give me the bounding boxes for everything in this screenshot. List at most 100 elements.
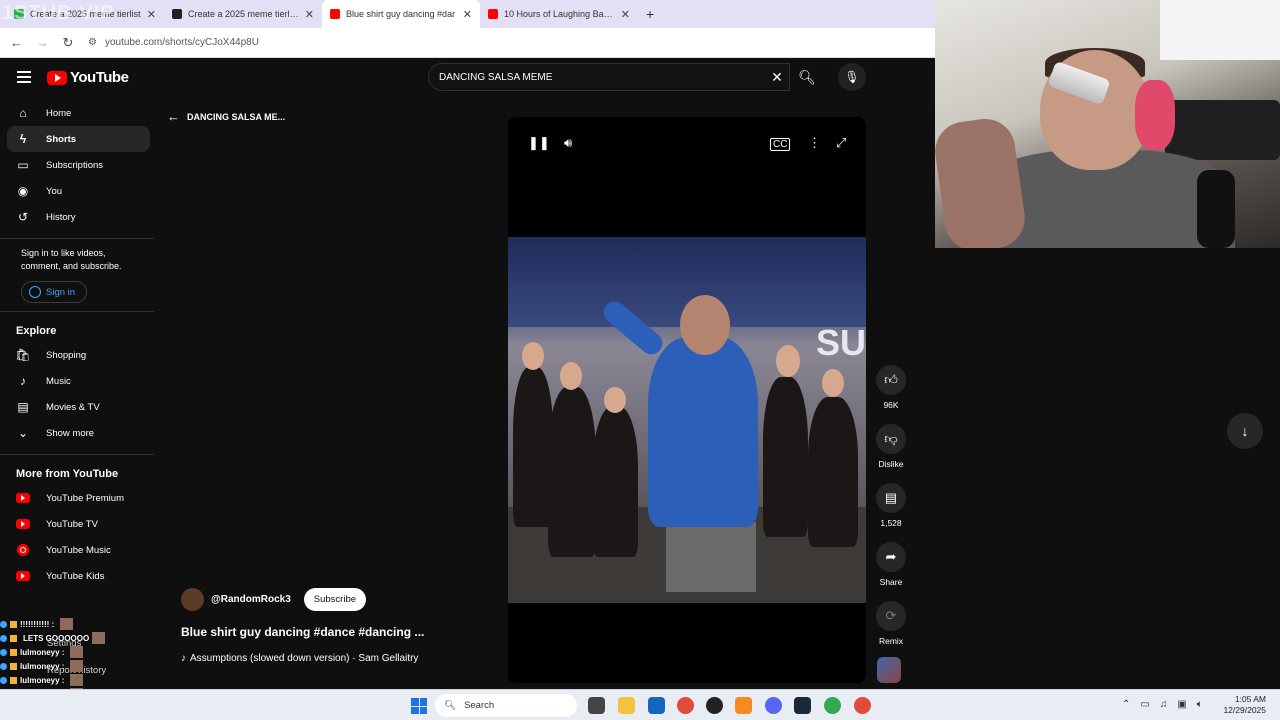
shorts-player[interactable]: ❚❚ 🔊︎ CC ⋮ ⤢ SU — [508, 117, 866, 683]
chrome-icon[interactable] — [677, 697, 694, 714]
youtube-premium-icon — [16, 491, 30, 505]
browser-tab[interactable]: Create a 2025 meme tierlist Tie ✕ — [164, 0, 322, 28]
windows-start-icon[interactable] — [411, 698, 427, 714]
dislike-button[interactable]: 👎︎ Dislike — [873, 424, 909, 469]
close-tab-icon[interactable]: ✕ — [463, 8, 472, 21]
more-options-icon[interactable]: ⋮ — [808, 135, 821, 151]
sidebar-item-youtube-music[interactable]: YouTube Music — [7, 537, 150, 563]
chat-user: lulmoneyy : — [20, 661, 65, 671]
badge-icon — [10, 676, 17, 684]
signin-button[interactable]: Sign in — [21, 281, 87, 303]
forward-icon[interactable]: → — [36, 35, 49, 50]
share-button[interactable]: ➦ Share — [873, 542, 909, 587]
sidebar-item-youtube-tv[interactable]: YouTube TV — [7, 511, 150, 537]
task-view-icon[interactable] — [588, 697, 605, 714]
sidebar-item-home[interactable]: ⌂ Home — [7, 100, 150, 126]
music-info[interactable]: ♪ Assumptions (slowed down version) · Sa… — [181, 653, 418, 664]
sidebar-item-movies-tv[interactable]: ▤ Movies & TV — [7, 394, 150, 420]
search-input[interactable]: DANCING SALSA MEME ✕ — [428, 63, 790, 91]
network-icon[interactable]: ▭ — [1140, 699, 1149, 710]
sidebar-item-shorts[interactable]: ϟ Shorts — [7, 126, 150, 152]
new-tab-button[interactable]: + — [646, 6, 654, 22]
speaker-icon[interactable]: 🔈︎ — [1197, 699, 1203, 710]
obs-icon[interactable] — [706, 697, 723, 714]
sidebar-item-youtube-kids[interactable]: YouTube Kids — [7, 563, 150, 589]
fullscreen-icon[interactable]: ⤢ — [836, 135, 846, 151]
file-explorer-icon[interactable] — [618, 697, 635, 714]
close-tab-icon[interactable]: ✕ — [147, 8, 156, 21]
chat-user: lulmoneyy : — [20, 647, 65, 657]
youtube-logo[interactable]: YouTube — [47, 69, 129, 86]
chrome-alt-icon[interactable] — [854, 697, 871, 714]
app-icon[interactable] — [735, 697, 752, 714]
sidebar-item-label: Home — [46, 107, 72, 119]
chat-message: !!!!!!!!!!! : — [0, 617, 150, 631]
sidebar-item-you[interactable]: ◉ You — [7, 178, 150, 204]
emote-icon — [70, 660, 84, 672]
clear-search-icon[interactable]: ✕ — [765, 69, 789, 86]
stream-chat-overlay: !!!!!!!!!!! : LETS GOOOOOO lulmoneyy : lulm… — [0, 617, 150, 714]
pause-icon[interactable]: ❚❚ — [528, 135, 550, 151]
browser-tab[interactable]: 10 Hours of Laughing Baby - Yo ✕ — [480, 0, 638, 28]
channel-name[interactable]: @RandomRock3 — [211, 594, 291, 605]
video-frame[interactable]: SU — [508, 237, 866, 603]
reload-icon[interactable]: ↻ — [62, 35, 74, 51]
subscribe-button[interactable]: Subscribe — [303, 588, 367, 611]
account-icon — [29, 286, 41, 298]
url-text: youtube.com/shorts/cyCJoX44p8U — [104, 37, 259, 48]
sidebar-item-label: Subscriptions — [46, 159, 104, 171]
tab-favicon-icon — [330, 9, 340, 19]
comments-button[interactable]: ▤ 1,528 — [873, 483, 909, 528]
menu-icon[interactable] — [17, 71, 31, 83]
signin-prompt: Sign in to like videos, comment, and sub… — [21, 248, 122, 271]
sound-thumbnail[interactable] — [877, 657, 901, 683]
back-icon[interactable]: ← — [10, 35, 23, 50]
close-tab-icon[interactable]: ✕ — [305, 8, 314, 21]
mic-tray-icon[interactable]: ♫ — [1160, 699, 1168, 710]
remix-button[interactable]: ⟳ Remix — [873, 601, 909, 646]
badge-icon — [10, 634, 17, 642]
badge-icon — [0, 634, 7, 642]
sidebar-item-music[interactable]: ♪ Music — [7, 368, 150, 394]
voice-search-button[interactable]: 🎙︎ — [838, 63, 866, 91]
chat-message: LETS GOOOOOO — [0, 631, 150, 645]
sidebar-item-subscriptions[interactable]: ▭ Subscriptions — [7, 152, 150, 178]
url-field[interactable]: ⚙ youtube.com/shorts/cyCJoX44p8U — [88, 37, 925, 48]
steam-icon[interactable] — [794, 697, 811, 714]
emote-icon — [70, 674, 84, 686]
sidebar-item-shopping[interactable]: 🛍 Shopping — [7, 342, 150, 368]
mic-icon: 🎙︎ — [844, 70, 860, 84]
chrome-profile-icon[interactable] — [824, 697, 841, 714]
sidebar-item-label: YouTube Kids — [46, 570, 105, 582]
site-info-icon[interactable]: ⚙ — [88, 37, 97, 48]
address-bar: ← → ↻ ⚙ youtube.com/shorts/cyCJoX44p8U — [0, 28, 935, 58]
sidebar-item-youtube-premium[interactable]: YouTube Premium — [7, 485, 150, 511]
close-tab-icon[interactable]: ✕ — [621, 8, 630, 21]
search-icon: 🔍︎ — [444, 700, 457, 711]
volume-icon[interactable]: 🔊︎ — [564, 135, 572, 151]
sidebar-item-history[interactable]: ↺ History — [7, 204, 150, 230]
badge-icon — [10, 620, 17, 628]
channel-avatar[interactable] — [181, 588, 204, 611]
back-to-search-link[interactable]: ← DANCING SALSA ME... — [167, 109, 285, 124]
system-tray[interactable]: ⌃ ▭ ♫ ▣ 🔈︎ — [1122, 699, 1203, 710]
store-icon[interactable] — [648, 697, 665, 714]
display-icon[interactable]: ▣ — [1177, 699, 1186, 710]
clock[interactable]: 1:05 AM 12/29/2025 — [1210, 694, 1266, 716]
sidebar-item-show-more[interactable]: ⌄ Show more — [7, 420, 150, 446]
chevron-up-icon[interactable]: ⌃ — [1122, 699, 1130, 710]
discord-icon[interactable] — [765, 697, 782, 714]
next-video-button[interactable]: ↓ — [1227, 413, 1263, 449]
sidebar-item-label: YouTube Premium — [46, 492, 124, 504]
like-button[interactable]: 👍︎ 96K — [873, 365, 909, 410]
taskbar-search[interactable]: 🔍︎ Search — [435, 694, 577, 717]
sidebar-item-label: History — [46, 211, 76, 223]
thumbs-up-icon: 👍︎ — [876, 365, 906, 395]
video-title[interactable]: Blue shirt guy dancing #dance #dancing .… — [181, 625, 424, 639]
browser-tab[interactable]: Blue shirt guy dancing #dar ✕ — [322, 0, 480, 28]
captions-icon[interactable]: CC — [770, 138, 791, 151]
tab-favicon-icon — [172, 9, 182, 19]
search-button[interactable]: 🔍︎ — [790, 63, 824, 91]
you-icon: ◉ — [17, 184, 29, 198]
chat-text: LETS GOOOOOO — [23, 633, 90, 643]
